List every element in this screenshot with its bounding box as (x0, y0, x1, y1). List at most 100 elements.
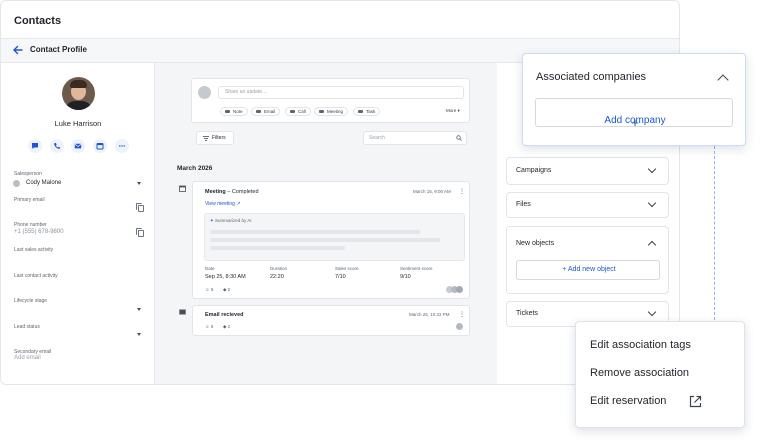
mail-icon (256, 110, 261, 113)
meeting-title: Meeting (205, 189, 226, 195)
email-button[interactable] (71, 139, 85, 153)
message-button[interactable] (28, 139, 42, 153)
sentiment-score: 9/10 (400, 274, 411, 280)
meeting-action-button[interactable]: Meeting (314, 107, 349, 116)
calendar-icon (96, 143, 104, 150)
new-objects-title: New objects (516, 240, 555, 247)
menu-item-remove[interactable]: Remove association (590, 367, 689, 379)
search-input[interactable]: Search (363, 131, 467, 145)
copy-icon[interactable] (136, 228, 144, 237)
files-section[interactable]: Files (506, 192, 669, 218)
phone-icon (290, 110, 295, 113)
col-sentiment-label: Sentiment score (400, 266, 433, 271)
more-vertical-icon[interactable]: ⋮ (459, 188, 465, 195)
last-sales-activity-label: Last sales activity (14, 247, 54, 253)
search-icon (456, 135, 462, 141)
tag-icon[interactable]: ◆ (223, 287, 226, 292)
chevron-down-icon[interactable] (137, 182, 141, 185)
email-action-button[interactable]: Email (251, 107, 281, 116)
last-contact-activity-label: Last contact activity (14, 273, 58, 279)
phone-label: Phone number (14, 222, 47, 228)
user-avatar (198, 86, 211, 99)
task-action-button[interactable]: Task (353, 107, 381, 116)
chevron-down-icon[interactable] (647, 198, 657, 208)
files-title: Files (516, 201, 531, 208)
primary-email-label: Primary email (14, 197, 45, 203)
filters-button[interactable]: Filters (196, 131, 234, 145)
chevron-down-icon[interactable] (137, 308, 141, 311)
sparkle-icon: ✦ (210, 218, 214, 223)
timeline-month: March 2026 (177, 165, 213, 172)
summary-line (210, 230, 420, 234)
reaction-icon[interactable]: ☺ (205, 324, 210, 329)
app-header: Contacts (1, 1, 679, 39)
menu-item-edit-tags[interactable]: Edit association tags (590, 339, 691, 351)
email-timestamp: March 25, 10:22 PM (409, 312, 450, 317)
more-horizontal-icon (119, 145, 125, 147)
reaction-count: 5 (210, 287, 214, 292)
secondary-email-input[interactable]: Add email (14, 355, 41, 361)
call-action-button[interactable]: Call (285, 107, 311, 116)
update-composer: Share an update... (191, 78, 470, 123)
salesperson-value[interactable]: Cody Malone (26, 180, 61, 186)
col-duration-label: Duration (270, 266, 288, 271)
chevron-down-icon[interactable] (137, 333, 141, 336)
more-dropdown[interactable]: More ▾ (446, 108, 460, 114)
lead-status-label: Lead status (14, 324, 40, 330)
phone-value[interactable]: +1 (555) 678-9800 (14, 229, 64, 235)
chevron-up-icon[interactable] (647, 240, 657, 250)
new-objects-section: New objects + Add new object (506, 226, 669, 294)
external-link-icon[interactable] (689, 395, 702, 408)
menu-item-edit-reservation[interactable]: Edit reservation (590, 395, 666, 407)
meeting-duration: 22:20 (270, 274, 284, 280)
calendar-icon (319, 110, 324, 113)
tickets-title: Tickets (516, 310, 538, 317)
associated-companies-title: Associated companies (536, 71, 647, 83)
contact-name: Luke Harrison (54, 119, 102, 128)
ai-summary: ✦ Summarized by AI (204, 213, 465, 261)
attendee-avatar (456, 323, 463, 330)
tag-count: 2 (227, 324, 231, 329)
email-activity-card[interactable]: Email recieved March 25, 10:22 PM ⋮ ☺ 5 … (192, 305, 470, 336)
salesperson-avatar (13, 180, 20, 187)
phone-icon (54, 143, 60, 149)
lifecycle-stage-label: Lifecycle stage (14, 298, 48, 304)
chevron-down-icon[interactable] (647, 307, 657, 317)
tag-icon[interactable]: ◆ (223, 324, 226, 329)
mail-icon (179, 309, 186, 315)
profile-title: Contact Profile (30, 45, 87, 54)
note-button[interactable]: Note (220, 107, 248, 116)
email-title: Email recieved (205, 312, 244, 318)
more-vertical-icon[interactable]: ⋮ (459, 311, 465, 318)
mail-icon (74, 143, 82, 149)
avatar (62, 77, 95, 110)
chevron-down-icon[interactable] (647, 164, 657, 174)
contact-sidebar: Luke Harrison Salesperson Cody Malone Pr… (1, 63, 155, 384)
campaigns-section[interactable]: Campaigns (506, 157, 669, 185)
chat-icon (32, 143, 38, 149)
add-company-button[interactable]: + Add company (535, 98, 733, 130)
associated-companies-panel: Associated companies + Add company (522, 53, 746, 146)
call-button[interactable] (50, 139, 64, 153)
ai-summary-label: Summarized by AI (215, 218, 252, 223)
app-title: Contacts (14, 15, 62, 27)
calendar-button[interactable] (93, 139, 107, 153)
summary-line (210, 238, 440, 242)
add-new-object-button[interactable]: + Add new object (516, 260, 660, 280)
col-sales-score-label: Sales score (335, 266, 359, 271)
more-actions-button[interactable] (115, 139, 129, 153)
reaction-icon[interactable]: ☺ (205, 287, 210, 292)
calendar-icon (179, 185, 186, 192)
copy-icon[interactable] (136, 203, 144, 212)
reaction-count: 5 (210, 324, 214, 329)
arrow-left-icon[interactable] (12, 44, 24, 56)
summary-line (210, 246, 345, 250)
filter-icon (203, 136, 209, 141)
meeting-date: Sep 25, 8:30 AM (205, 274, 246, 280)
sales-score: 7/10 (335, 274, 346, 280)
task-icon (358, 110, 363, 113)
view-meeting-link[interactable]: View meeting ↗ (205, 201, 241, 207)
chevron-up-icon[interactable] (717, 74, 729, 86)
update-input[interactable]: Share an update... (218, 86, 464, 99)
meeting-activity-card[interactable]: Meeting – Completed March 15, 9:00 AM ⋮ … (192, 181, 470, 299)
